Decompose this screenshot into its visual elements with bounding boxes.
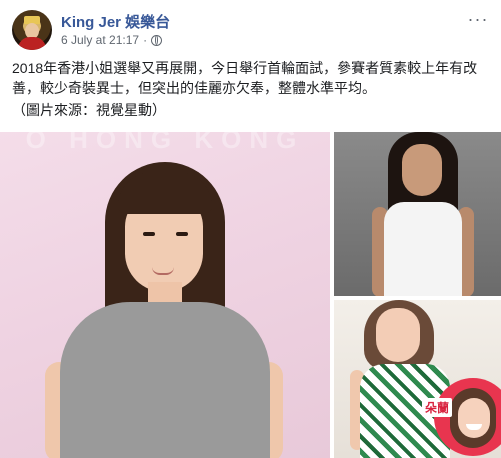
photo-credit: （圖片來源：視覺星動） — [12, 102, 166, 118]
post-header: King Jer 娛樂台 6 July at 21:17 · ··· — [12, 10, 492, 54]
photo-grid: O HONG KONG 朵蘭 — [0, 132, 501, 458]
side-photo-top[interactable] — [334, 132, 501, 296]
main-photo[interactable]: O HONG KONG — [0, 132, 330, 458]
photo-top — [60, 302, 270, 458]
more-options-button[interactable]: ··· — [466, 10, 490, 30]
photo-bangs — [118, 172, 212, 214]
avatar-robe — [18, 37, 46, 50]
globe-icon[interactable] — [151, 34, 163, 46]
meta-separator: · — [143, 33, 148, 47]
backdrop-watermark: O HONG KONG — [25, 132, 305, 154]
post-body: 2018年香港小姐選舉又再展開，今日舉行首輪面試，參賽者質素較上年有改善，較少奇… — [12, 60, 478, 96]
side-photo-bottom[interactable]: 朵蘭 — [334, 300, 501, 458]
post-text: 2018年香港小姐選舉又再展開，今日舉行首輪面試，參賽者質素較上年有改善，較少奇… — [12, 58, 490, 120]
side-bottom-face — [376, 308, 420, 362]
side-top-dress — [384, 202, 462, 296]
page-avatar[interactable] — [12, 10, 52, 50]
inset-caption: 朵蘭 — [422, 398, 453, 417]
post-meta: 6 July at 21:17 · — [61, 33, 163, 47]
post-card: King Jer 娛樂台 6 July at 21:17 · ··· 2018年… — [0, 0, 501, 458]
page-name-link[interactable]: King Jer 娛樂台 — [61, 11, 170, 32]
inset-face — [458, 398, 490, 438]
photo-eye-right — [176, 232, 188, 236]
post-timestamp[interactable]: 6 July at 21:17 — [61, 33, 139, 47]
side-top-face — [402, 144, 442, 196]
photo-eye-left — [143, 232, 155, 236]
